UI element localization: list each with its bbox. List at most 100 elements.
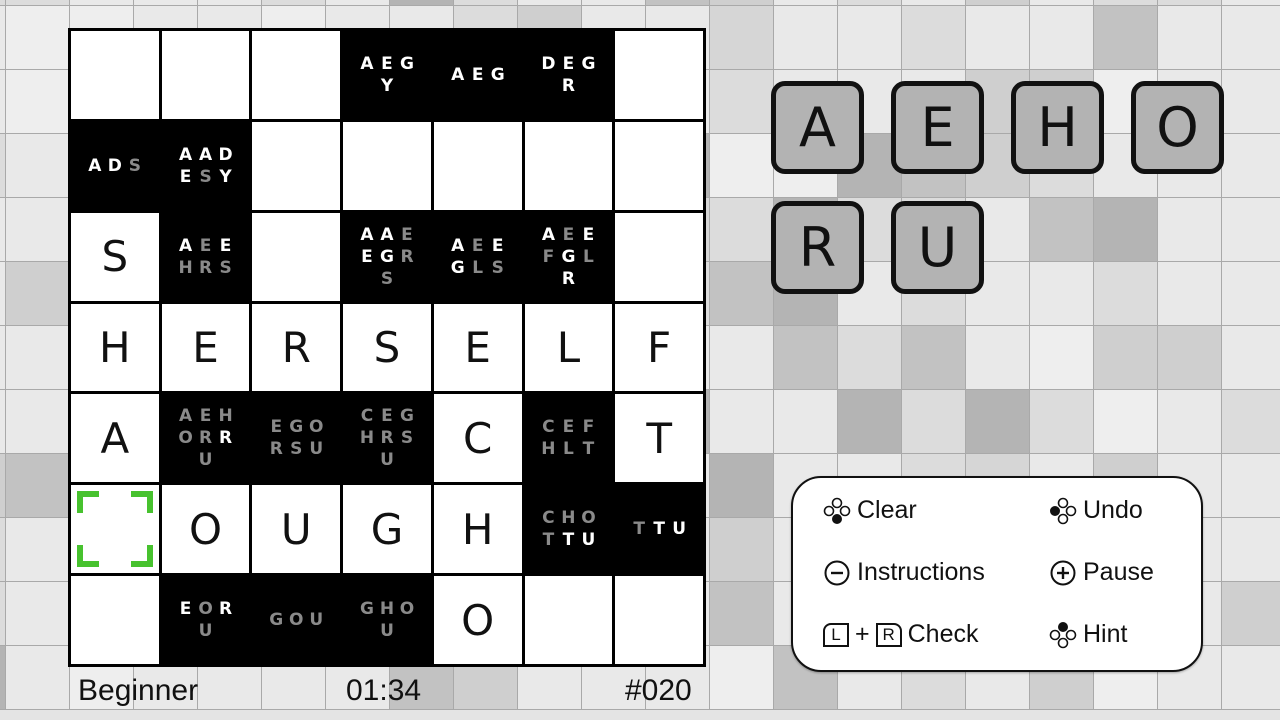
letter-cell[interactable]: R	[252, 303, 341, 392]
letter-cell[interactable]	[343, 121, 431, 210]
background-tile	[1030, 390, 1094, 454]
candidate-grid: AADESY	[176, 144, 236, 188]
letter-cell[interactable]: E	[161, 303, 250, 392]
letter-cell[interactable]: E	[433, 303, 522, 392]
letter-tile[interactable]: E	[891, 81, 984, 174]
eliminated-candidate-letter: S	[491, 257, 504, 278]
candidate-cell[interactable]: AEEHRS	[161, 212, 250, 301]
background-tile	[838, 390, 902, 454]
candidate-cell[interactable]: CEG HRSU	[343, 394, 431, 483]
control-pause[interactable]: Pause	[1049, 558, 1154, 587]
letter-cell[interactable]	[615, 576, 703, 664]
letter-cell[interactable]	[524, 576, 613, 664]
letter-tile[interactable]: O	[1131, 81, 1224, 174]
control-hint[interactable]: Hint	[1049, 620, 1127, 649]
eliminated-candidate-letter: U	[380, 621, 394, 642]
background-tile	[966, 326, 1030, 390]
background-tile	[1094, 390, 1158, 454]
candidate-cell[interactable]: AEGY	[343, 31, 431, 119]
letter-tile[interactable]: H	[1011, 81, 1104, 174]
candidate-cell[interactable]: AEHORRU	[161, 394, 250, 483]
candidate-cell[interactable]: AEEGLS	[433, 212, 522, 301]
candidate-cell[interactable]: GOU	[252, 576, 341, 664]
eliminated-candidate-letter: T	[633, 519, 645, 540]
candidate-cell[interactable]: AEEFGLR	[524, 212, 613, 301]
letter-cell[interactable]: O	[433, 576, 522, 664]
candidate-letter: G	[450, 257, 465, 278]
letter-cell[interactable]	[252, 121, 341, 210]
candidate-grid: CEF HLT	[538, 416, 598, 460]
background-tile	[6, 134, 70, 198]
candidate-cell[interactable]: AEG	[433, 31, 522, 119]
candidate-letter: G	[490, 64, 505, 85]
letter-tile[interactable]: A	[771, 81, 864, 174]
eliminated-candidate-letter: U	[309, 439, 324, 460]
letter-cell[interactable]: C	[433, 394, 522, 483]
letter-cell[interactable]: L	[524, 303, 613, 392]
letter-tile[interactable]: U	[891, 201, 984, 294]
eliminated-candidate-letter: L	[563, 439, 574, 460]
candidate-cell[interactable]: DEGR	[524, 31, 613, 119]
letter-cell[interactable]: A	[71, 394, 159, 483]
letter-cell[interactable]	[161, 31, 250, 119]
eliminated-candidate-letter: A	[178, 406, 193, 427]
candidate-cell[interactable]: EGO RSU	[252, 394, 341, 483]
letter-cell[interactable]: S	[71, 212, 159, 301]
candidate-cell[interactable]: AADESY	[161, 121, 250, 210]
cursor-corner	[130, 545, 153, 568]
candidate-grid: TTU	[629, 518, 689, 540]
eliminated-candidate-letter: E	[381, 406, 393, 427]
control-check[interactable]: L + R Check	[823, 620, 978, 649]
eliminated-candidate-letter: S	[219, 257, 232, 278]
letter-cell[interactable]: S	[343, 303, 431, 392]
letter-tile[interactable]: R	[771, 201, 864, 294]
letter-cell[interactable]: O	[161, 485, 250, 574]
background-tile	[1094, 198, 1158, 262]
eliminated-candidate-letter: R	[199, 257, 213, 278]
control-instructions[interactable]: Instructions	[823, 558, 985, 587]
cell-letter: R	[281, 322, 311, 372]
letter-cell[interactable]: H	[433, 485, 522, 574]
letter-cell[interactable]: T	[615, 394, 703, 483]
letter-cell[interactable]	[524, 121, 613, 210]
letter-cell[interactable]	[433, 121, 522, 210]
letter-cell[interactable]	[252, 31, 341, 119]
letter-cell[interactable]: H	[71, 303, 159, 392]
candidate-cell[interactable]: EORU	[161, 576, 250, 664]
eliminated-candidate-letter: F	[542, 246, 555, 267]
letter-cell[interactable]	[615, 121, 703, 210]
background-tile	[838, 6, 902, 70]
candidate-letter: Y	[219, 166, 232, 187]
letter-cell[interactable]	[615, 31, 703, 119]
eliminated-candidate-letter: T	[582, 439, 595, 460]
control-clear[interactable]: Clear	[823, 496, 917, 525]
candidate-letter: A	[178, 235, 193, 256]
letter-cell[interactable]	[71, 31, 159, 119]
candidate-cell[interactable]: AAEEGRS	[343, 212, 431, 301]
candidate-letter: A	[380, 224, 394, 245]
letter-cell[interactable]: G	[343, 485, 431, 574]
button-b-icon	[823, 497, 851, 525]
candidate-cell[interactable]: CHOTTU	[524, 485, 613, 574]
candidate-cell[interactable]: ADS	[71, 121, 159, 210]
candidate-letter: R	[561, 75, 575, 96]
candidate-letter: T	[562, 530, 575, 551]
letter-cell[interactable]: U	[252, 485, 341, 574]
eliminated-candidate-letter: O	[178, 428, 193, 449]
eliminated-candidate-letter: T	[542, 530, 555, 551]
background-tile	[1158, 262, 1222, 326]
letter-cell[interactable]	[71, 576, 159, 664]
letter-cell[interactable]	[252, 212, 341, 301]
candidate-cell[interactable]: TTU	[615, 485, 703, 574]
control-undo[interactable]: Undo	[1049, 496, 1143, 525]
candidate-cell[interactable]: CEF HLT	[524, 394, 613, 483]
control-label: Check	[907, 620, 979, 648]
letter-cell-selected[interactable]	[71, 485, 159, 574]
candidate-grid: AEEFGLR	[538, 224, 598, 290]
minus-button-icon	[823, 559, 851, 587]
letter-cell[interactable]	[615, 212, 703, 301]
candidate-letter: U	[672, 519, 687, 540]
letter-cell[interactable]: F	[615, 303, 703, 392]
candidate-cell[interactable]: GHOU	[343, 576, 431, 664]
candidate-letter: A	[541, 224, 555, 245]
